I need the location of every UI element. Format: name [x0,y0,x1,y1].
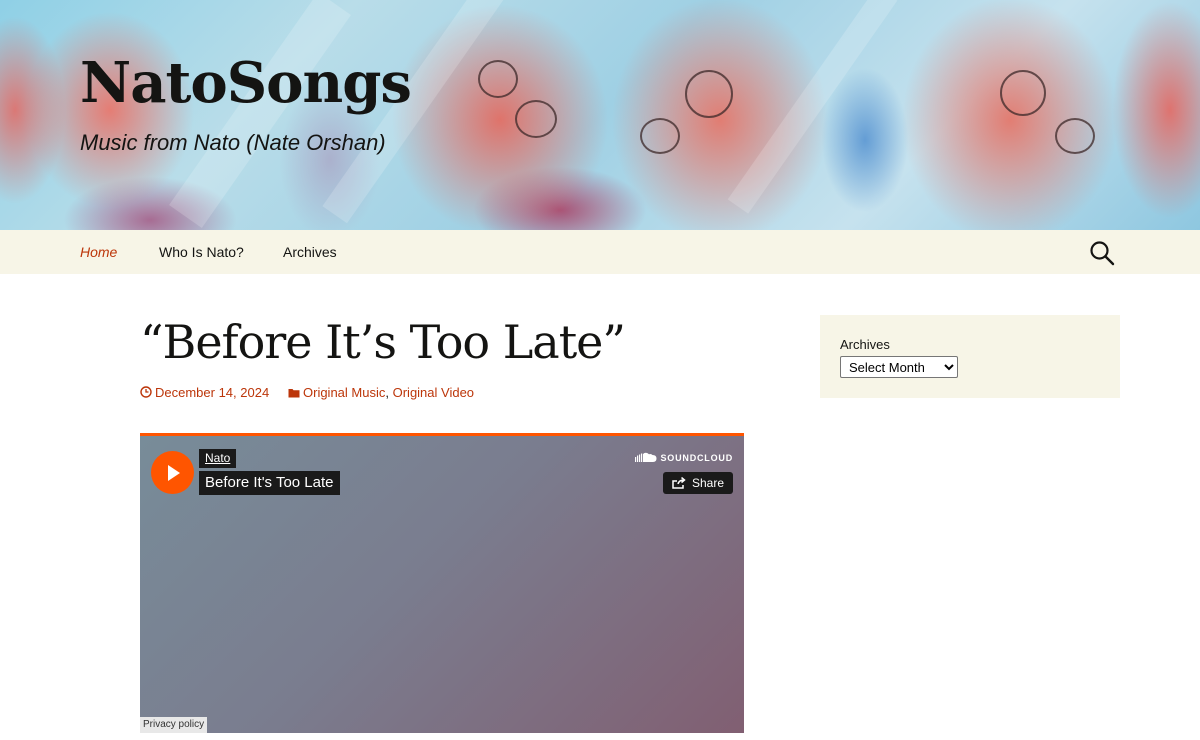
widget-title: Archives [840,337,890,352]
banner-decoration [478,60,518,98]
folder-icon [288,389,300,398]
artist-link[interactable]: Nato [199,449,237,468]
banner-decoration [1055,118,1095,154]
track-title[interactable]: Before It's Too Late [199,471,340,495]
post-date-link[interactable]: December 14, 2024 [155,385,269,400]
play-button[interactable] [151,451,194,494]
banner-decoration [515,100,557,138]
main-navigation: Home Who Is Nato? Archives [0,230,1200,274]
share-label: Share [691,476,724,490]
search-icon[interactable] [1089,240,1115,266]
header-banner: NatoSongs Music from Nato (Nate Orshan) [0,0,1200,230]
site-title[interactable]: NatoSongs [80,50,412,116]
nav-item-home[interactable]: Home [80,244,117,260]
privacy-policy-link[interactable]: Privacy policy [140,717,208,733]
site-description: Music from Nato (Nate Orshan) [80,130,386,155]
archives-widget: Archives Select Month [820,315,1120,398]
soundcloud-logo[interactable]: SOUNDCLOUD [634,452,734,463]
soundcloud-wordmark: SOUNDCLOUD [660,452,733,463]
category-separator: , [385,385,389,400]
nav-item-who-is-nato[interactable]: Who Is Nato? [159,244,244,260]
category-original-music[interactable]: Original Music [303,385,385,400]
post-categories: Original Music, Original Video [288,385,474,400]
post-date[interactable]: December 14, 2024 [140,385,269,400]
category-original-video[interactable]: Original Video [393,385,474,400]
soundcloud-player[interactable]: Nato Before It's Too Late SOUNDCLOUD Sha… [140,433,744,733]
archives-dropdown[interactable]: Select Month [840,356,958,378]
soundcloud-cloud-icon [634,452,656,462]
banner-decoration [1000,70,1046,116]
share-button[interactable]: Share [662,472,733,494]
play-icon [167,464,180,481]
banner-decoration [727,0,898,214]
share-icon [672,477,686,489]
banner-decoration [685,70,733,118]
clock-icon [140,386,152,398]
post-title[interactable]: “Before It’s Too Late” [140,315,626,369]
banner-decoration [640,118,680,154]
nav-item-archives[interactable]: Archives [283,244,337,260]
